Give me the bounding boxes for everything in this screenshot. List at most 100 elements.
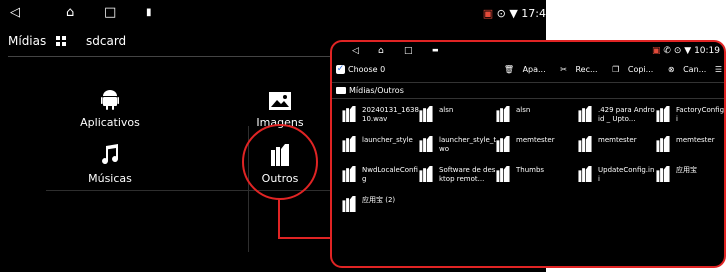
file-icon — [656, 106, 670, 122]
highlight-circle — [242, 124, 318, 200]
app-title: Mídias — [8, 34, 47, 48]
cancel-label: Can... — [683, 65, 707, 74]
file-icon — [496, 136, 510, 152]
file-item[interactable]: 应用宝 — [656, 164, 724, 190]
file-item[interactable]: Software de desktop remot... — [419, 164, 497, 190]
file-icon — [342, 136, 356, 152]
status-right: ▣ ✆ ⊙ ▼ 10:19 — [652, 46, 720, 56]
file-icon — [342, 166, 356, 182]
action-buttons: 🗑 Apa... ✂ Rec... ❐ Copi... ⊗ Can... ☰ — [492, 65, 722, 74]
select-all-checkbox[interactable]: ✓ — [336, 65, 345, 74]
file-item[interactable]: memtester — [496, 134, 574, 160]
file-icon — [578, 106, 592, 122]
storage-location[interactable]: sdcard — [86, 34, 126, 48]
wifi-icon: ▼ — [684, 46, 692, 56]
location-icon: ⊙ — [673, 46, 682, 56]
file-icon — [656, 136, 670, 152]
file-name: memtester — [516, 136, 555, 144]
image-icon — [210, 84, 350, 110]
folder-icon — [336, 87, 346, 94]
status-bar: ◁ ⌂ □ ▮ ▣ ⊙ ▼ 17:4 — [0, 0, 546, 26]
file-item[interactable]: 应用宝 (2) — [342, 194, 420, 220]
file-item[interactable]: .429 para Android _ Upto... — [578, 104, 656, 130]
status-bar: ◁ ⌂ □ ▬ ▣ ✆ ⊙ ▼ 10:19 — [332, 42, 724, 62]
close-icon: ⊗ — [667, 65, 675, 74]
file-name: 应用宝 (2) — [362, 196, 396, 204]
file-name: .429 para Android _ Upto... — [598, 106, 655, 123]
file-item[interactable]: memtester — [656, 134, 724, 160]
connector-line — [278, 199, 280, 239]
category-label: Músicas — [88, 172, 132, 185]
cut-label: Rec... — [575, 65, 598, 74]
breadcrumb-path[interactable]: Mídias/Outros — [349, 86, 404, 95]
file-item[interactable]: Thumbs — [496, 164, 574, 190]
selection-action-bar: ✓ Choose 0 🗑 Apa... ✂ Rec... ❐ Copi... ⊗… — [332, 62, 724, 80]
file-name: 20240131_163810.wav — [362, 106, 419, 123]
front-tablet-screen: ◁ ⌂ □ ▬ ▣ ✆ ⊙ ▼ 10:19 ✓ Choose 0 🗑 Apa..… — [330, 40, 726, 268]
file-icon — [419, 166, 433, 182]
menu-icon[interactable]: ☰ — [715, 65, 722, 74]
category-label: Aplicativos — [80, 116, 140, 129]
file-name: Thumbs — [516, 166, 545, 174]
nav-home-icon[interactable]: ⌂ — [378, 46, 384, 56]
connector-line — [278, 237, 330, 239]
file-name: alsn — [516, 106, 531, 114]
category-aplicativos[interactable]: Aplicativos — [40, 84, 180, 129]
delete-label: Apa... — [522, 65, 546, 74]
phone-icon: ✆ — [663, 46, 671, 56]
file-name: memtester — [676, 136, 715, 144]
nav-back-icon[interactable]: ◁ — [10, 6, 20, 19]
file-item[interactable]: UpdateConfig.ini — [578, 164, 656, 190]
file-item[interactable]: FactoryConfig.ini — [656, 104, 726, 130]
file-icon — [342, 106, 356, 122]
file-icon — [419, 106, 433, 122]
breadcrumb: Mídias/Outros — [336, 86, 404, 95]
divider — [332, 82, 724, 83]
file-icon — [496, 166, 510, 182]
file-item[interactable]: alsn — [496, 104, 574, 130]
delete-button[interactable]: 🗑 Apa... — [498, 65, 546, 74]
copy-label: Copi... — [627, 65, 654, 74]
file-icon — [578, 136, 592, 152]
status-right: ▣ ⊙ ▼ 17:4 — [483, 7, 546, 20]
category-musicas[interactable]: Músicas — [40, 140, 180, 185]
location-icon: ⊙ — [496, 7, 506, 20]
battery-icon: ▣ — [652, 46, 661, 56]
status-time: 17:4 — [521, 7, 546, 20]
wifi-icon: ▼ — [509, 7, 518, 20]
file-item[interactable]: 20240131_163810.wav — [342, 104, 420, 130]
nav-recents-icon[interactable]: □ — [104, 6, 116, 19]
file-name: launcher_style_two — [439, 136, 497, 153]
file-item[interactable]: NwdLocaleConfig — [342, 164, 420, 190]
cancel-button[interactable]: ⊗ Can... — [662, 65, 706, 74]
music-note-icon — [40, 140, 180, 166]
status-time: 10:19 — [694, 46, 720, 56]
copy-icon: ❐ — [612, 65, 620, 74]
file-icon — [656, 166, 670, 182]
battery-icon: ▣ — [482, 7, 494, 20]
nav-back-icon[interactable]: ◁ — [352, 46, 359, 56]
file-name: 应用宝 — [676, 166, 697, 174]
file-item[interactable]: memtester — [578, 134, 656, 160]
file-name: alsn — [439, 106, 454, 114]
nav-home-icon[interactable]: ⌂ — [66, 6, 74, 19]
file-name: UpdateConfig.ini — [598, 166, 655, 183]
file-name: NwdLocaleConfig — [362, 166, 418, 183]
nav-recents-icon[interactable]: □ — [404, 46, 413, 56]
file-name: memtester — [598, 136, 637, 144]
file-name: Software de desktop remot... — [439, 166, 496, 183]
category-imagens[interactable]: Imagens — [210, 84, 350, 129]
copy-button[interactable]: ❐ Copi... — [606, 65, 653, 74]
notification-icon: ▬ — [432, 46, 439, 54]
file-name: FactoryConfig.ini — [676, 106, 726, 123]
grid-view-icon[interactable] — [56, 36, 66, 46]
notification-icon: ▮ — [146, 7, 152, 18]
trash-icon: 🗑 — [503, 65, 515, 74]
file-item[interactable]: launcher_style — [342, 134, 420, 160]
file-icon — [419, 136, 433, 152]
cut-button[interactable]: ✂ Rec... — [554, 65, 597, 74]
file-item[interactable]: alsn — [419, 104, 497, 130]
file-icon — [496, 106, 510, 122]
file-item[interactable]: launcher_style_two — [419, 134, 497, 160]
divider — [332, 98, 724, 99]
